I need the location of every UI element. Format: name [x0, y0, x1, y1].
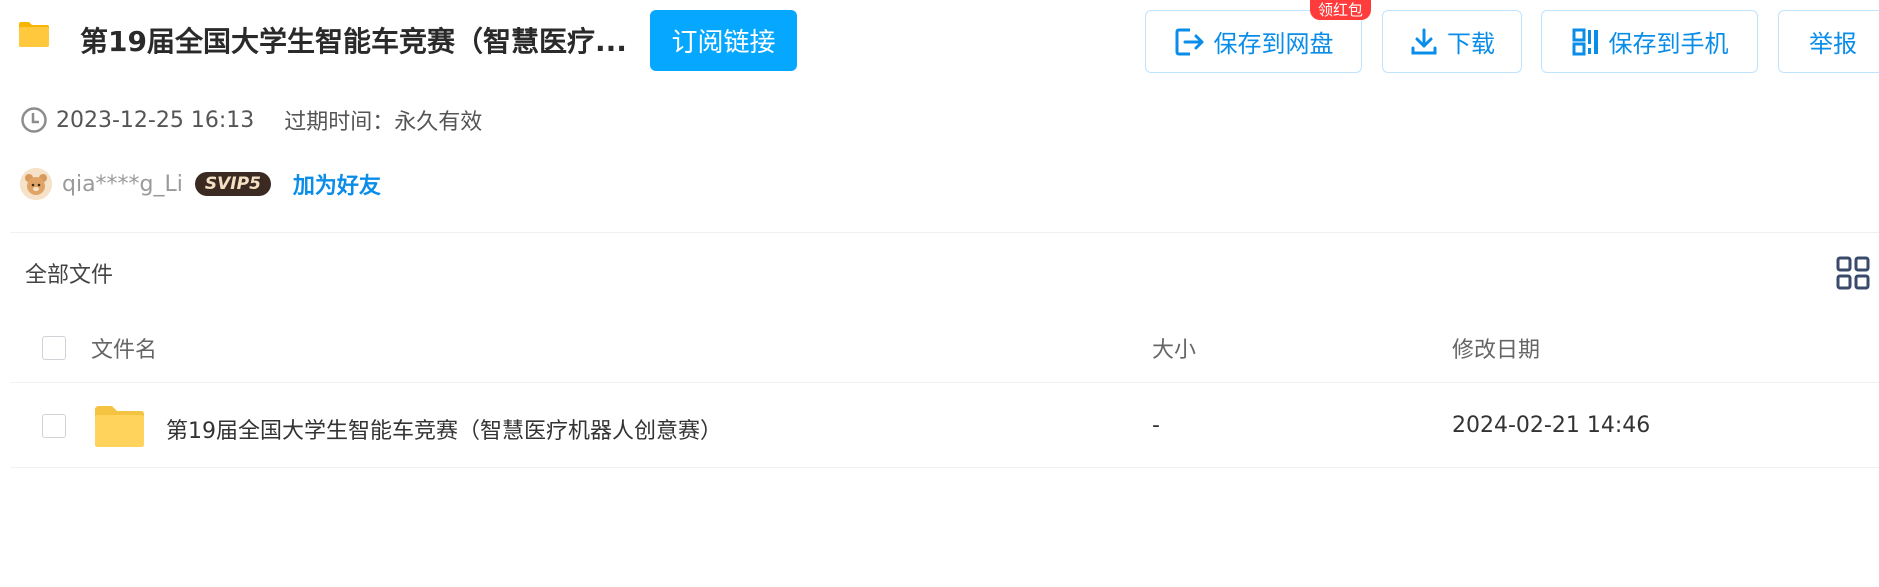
- add-friend-link[interactable]: 加为好友: [293, 168, 381, 200]
- grid-view-icon[interactable]: [1836, 256, 1870, 290]
- file-name[interactable]: 第19届全国大学生智能车竞赛（智慧医疗机器人创意赛）: [166, 413, 722, 445]
- column-header-size[interactable]: 大小: [1152, 332, 1196, 364]
- file-size: -: [1152, 413, 1160, 438]
- clock-icon: [21, 107, 47, 133]
- save-to-netdisk-label: 保存到网盘: [1213, 30, 1334, 58]
- column-header-modified[interactable]: 修改日期: [1452, 332, 1540, 364]
- subscribe-link-button[interactable]: 订阅链接: [650, 10, 797, 71]
- report-button[interactable]: 举报: [1778, 10, 1879, 73]
- breadcrumb-all-files[interactable]: 全部文件: [25, 257, 113, 289]
- save-to-phone-label: 保存到手机: [1608, 30, 1729, 58]
- bear-avatar-icon: [20, 168, 52, 200]
- share-time: 2023-12-25 16:13: [56, 107, 255, 133]
- qr-code-icon: [1572, 28, 1598, 55]
- download-label: 下载: [1447, 30, 1495, 58]
- svip-badge: SVIP5: [194, 172, 271, 196]
- divider: [10, 232, 1879, 233]
- report-label: 举报: [1809, 30, 1857, 58]
- username[interactable]: qia****g_Li: [62, 172, 183, 197]
- divider: [10, 382, 1879, 383]
- divider: [10, 467, 1879, 468]
- row-checkbox[interactable]: [42, 414, 66, 438]
- folder-icon: [19, 22, 49, 47]
- select-all-checkbox[interactable]: [42, 336, 66, 360]
- save-to-phone-button[interactable]: 保存到手机: [1541, 10, 1758, 73]
- save-to-disk-icon: [1175, 28, 1203, 55]
- folder-icon: [95, 406, 144, 447]
- column-header-name[interactable]: 文件名: [91, 332, 157, 364]
- expire-time: 过期时间：永久有效: [284, 110, 483, 135]
- file-modified-date: 2024-02-21 14:46: [1452, 413, 1651, 438]
- download-icon: [1411, 28, 1437, 54]
- download-button[interactable]: 下载: [1382, 10, 1522, 73]
- sharer-info: qia****g_Li SVIP5 加为好友: [20, 168, 381, 200]
- avatar[interactable]: [20, 168, 52, 200]
- share-meta: 2023-12-25 16:13 过期时间：永久有效: [20, 104, 482, 136]
- red-packet-badge[interactable]: 领红包: [1310, 0, 1372, 20]
- share-title: 第19届全国大学生智能车竞赛（智慧医疗...: [80, 25, 627, 58]
